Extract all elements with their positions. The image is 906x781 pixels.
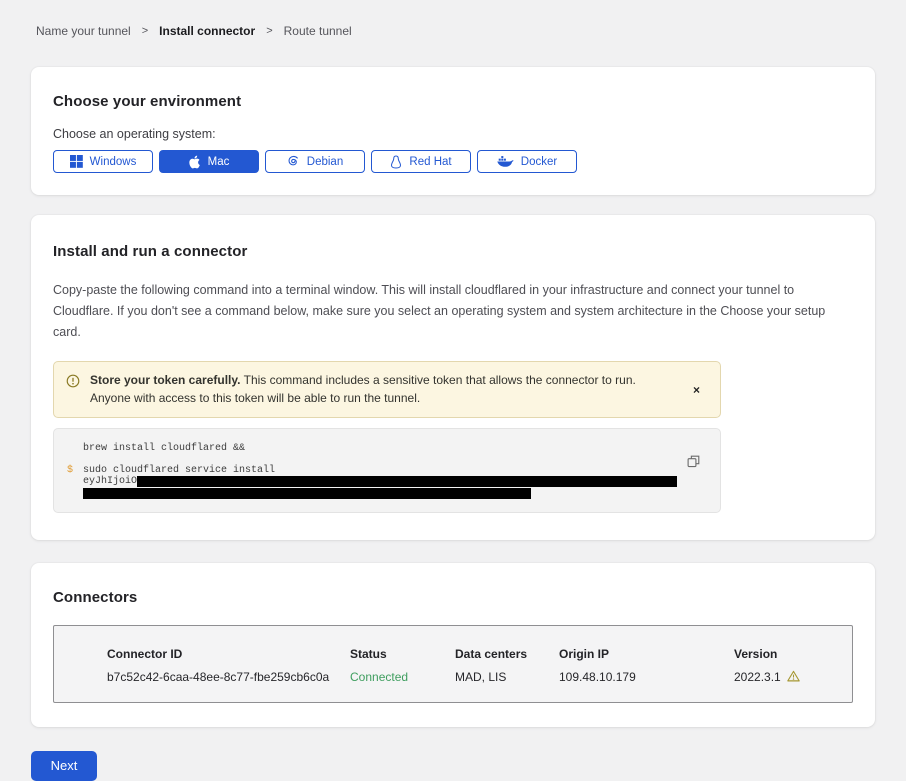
next-button[interactable]: Next <box>31 751 97 781</box>
col-header-origin-ip: Origin IP <box>559 647 734 661</box>
os-button-group: Windows Mac Debian Red Hat <box>53 150 853 173</box>
prompt-column <box>67 443 83 455</box>
os-button-label: Docker <box>521 156 557 168</box>
os-label: Choose an operating system: <box>53 127 853 141</box>
os-button-label: Red Hat <box>409 156 451 168</box>
version-value: 2022.3.1 <box>734 670 781 684</box>
code-text: brew install cloudflared && <box>83 443 245 455</box>
redhat-icon <box>390 155 402 169</box>
connectors-title: Connectors <box>53 589 853 606</box>
debian-icon <box>287 155 300 168</box>
os-button-docker[interactable]: Docker <box>477 150 577 173</box>
code-line-1: brew install cloudflared && <box>67 443 680 455</box>
install-command-codeblock: brew install cloudflared && $ sudo cloud… <box>53 428 721 513</box>
choose-environment-title: Choose your environment <box>53 93 853 110</box>
version-cell: 2022.3.1 <box>734 670 842 685</box>
code-text: sudo cloudflared service install <box>83 465 275 477</box>
origin-ip-value: 109.48.10.179 <box>559 670 734 684</box>
connectors-table: Connector ID Status Data centers Origin … <box>53 625 853 703</box>
windows-icon <box>70 155 83 168</box>
page: Name your tunnel > Install connector > R… <box>0 0 906 781</box>
shell-prompt: $ <box>67 465 83 477</box>
alert-circle-icon <box>66 374 80 394</box>
breadcrumb-step-name-your-tunnel[interactable]: Name your tunnel <box>36 24 131 38</box>
os-button-windows[interactable]: Windows <box>53 150 153 173</box>
token-warning-banner: Store your token carefully. This command… <box>53 361 721 418</box>
code-line-token-2 <box>67 488 680 499</box>
col-header-connector-id: Connector ID <box>107 647 350 661</box>
code-line-token: eyJhIjoiO <box>67 476 680 488</box>
breadcrumb-separator: > <box>142 25 148 37</box>
copy-icon[interactable] <box>687 455 700 468</box>
os-button-label: Debian <box>307 156 343 168</box>
connector-id-value: b7c52c42-6caa-48ee-8c77-fbe259cb6c0a <box>107 670 350 684</box>
redacted-token-bar <box>83 488 531 499</box>
breadcrumb-step-route-tunnel[interactable]: Route tunnel <box>284 24 352 38</box>
code-line-2: $ sudo cloudflared service install <box>67 465 680 477</box>
install-connector-description: Copy-paste the following command into a … <box>53 280 853 343</box>
os-button-mac[interactable]: Mac <box>159 150 259 173</box>
apple-icon <box>189 155 201 169</box>
warning-triangle-icon <box>787 670 800 685</box>
breadcrumb: Name your tunnel > Install connector > R… <box>36 24 875 38</box>
token-warning-title: Store your token carefully. <box>90 373 241 387</box>
choose-environment-card: Choose your environment Choose an operat… <box>31 67 875 195</box>
prompt-column <box>67 476 83 488</box>
col-header-version: Version <box>734 647 842 661</box>
table-row: b7c52c42-6caa-48ee-8c77-fbe259cb6c0a Con… <box>107 670 842 685</box>
install-connector-card: Install and run a connector Copy-paste t… <box>31 215 875 540</box>
col-header-status: Status <box>350 647 455 661</box>
data-centers-value: MAD, LIS <box>455 670 559 684</box>
prompt-column <box>67 488 83 499</box>
breadcrumb-step-install-connector[interactable]: Install connector <box>159 24 255 38</box>
close-icon[interactable]: × <box>681 383 706 397</box>
token-prefix: eyJhIjoiO <box>83 476 137 488</box>
connectors-card: Connectors Connector ID Status Data cent… <box>31 563 875 727</box>
redacted-token-bar <box>137 476 677 487</box>
os-button-label: Mac <box>208 156 230 168</box>
install-connector-title: Install and run a connector <box>53 243 853 260</box>
docker-icon <box>497 155 514 168</box>
os-button-redhat[interactable]: Red Hat <box>371 150 471 173</box>
breadcrumb-separator: > <box>266 25 272 37</box>
connectors-table-header: Connector ID Status Data centers Origin … <box>107 647 842 661</box>
os-button-debian[interactable]: Debian <box>265 150 365 173</box>
os-button-label: Windows <box>90 156 137 168</box>
status-badge: Connected <box>350 670 455 684</box>
col-header-data-centers: Data centers <box>455 647 559 661</box>
token-warning-text: Store your token carefully. This command… <box>90 372 671 407</box>
